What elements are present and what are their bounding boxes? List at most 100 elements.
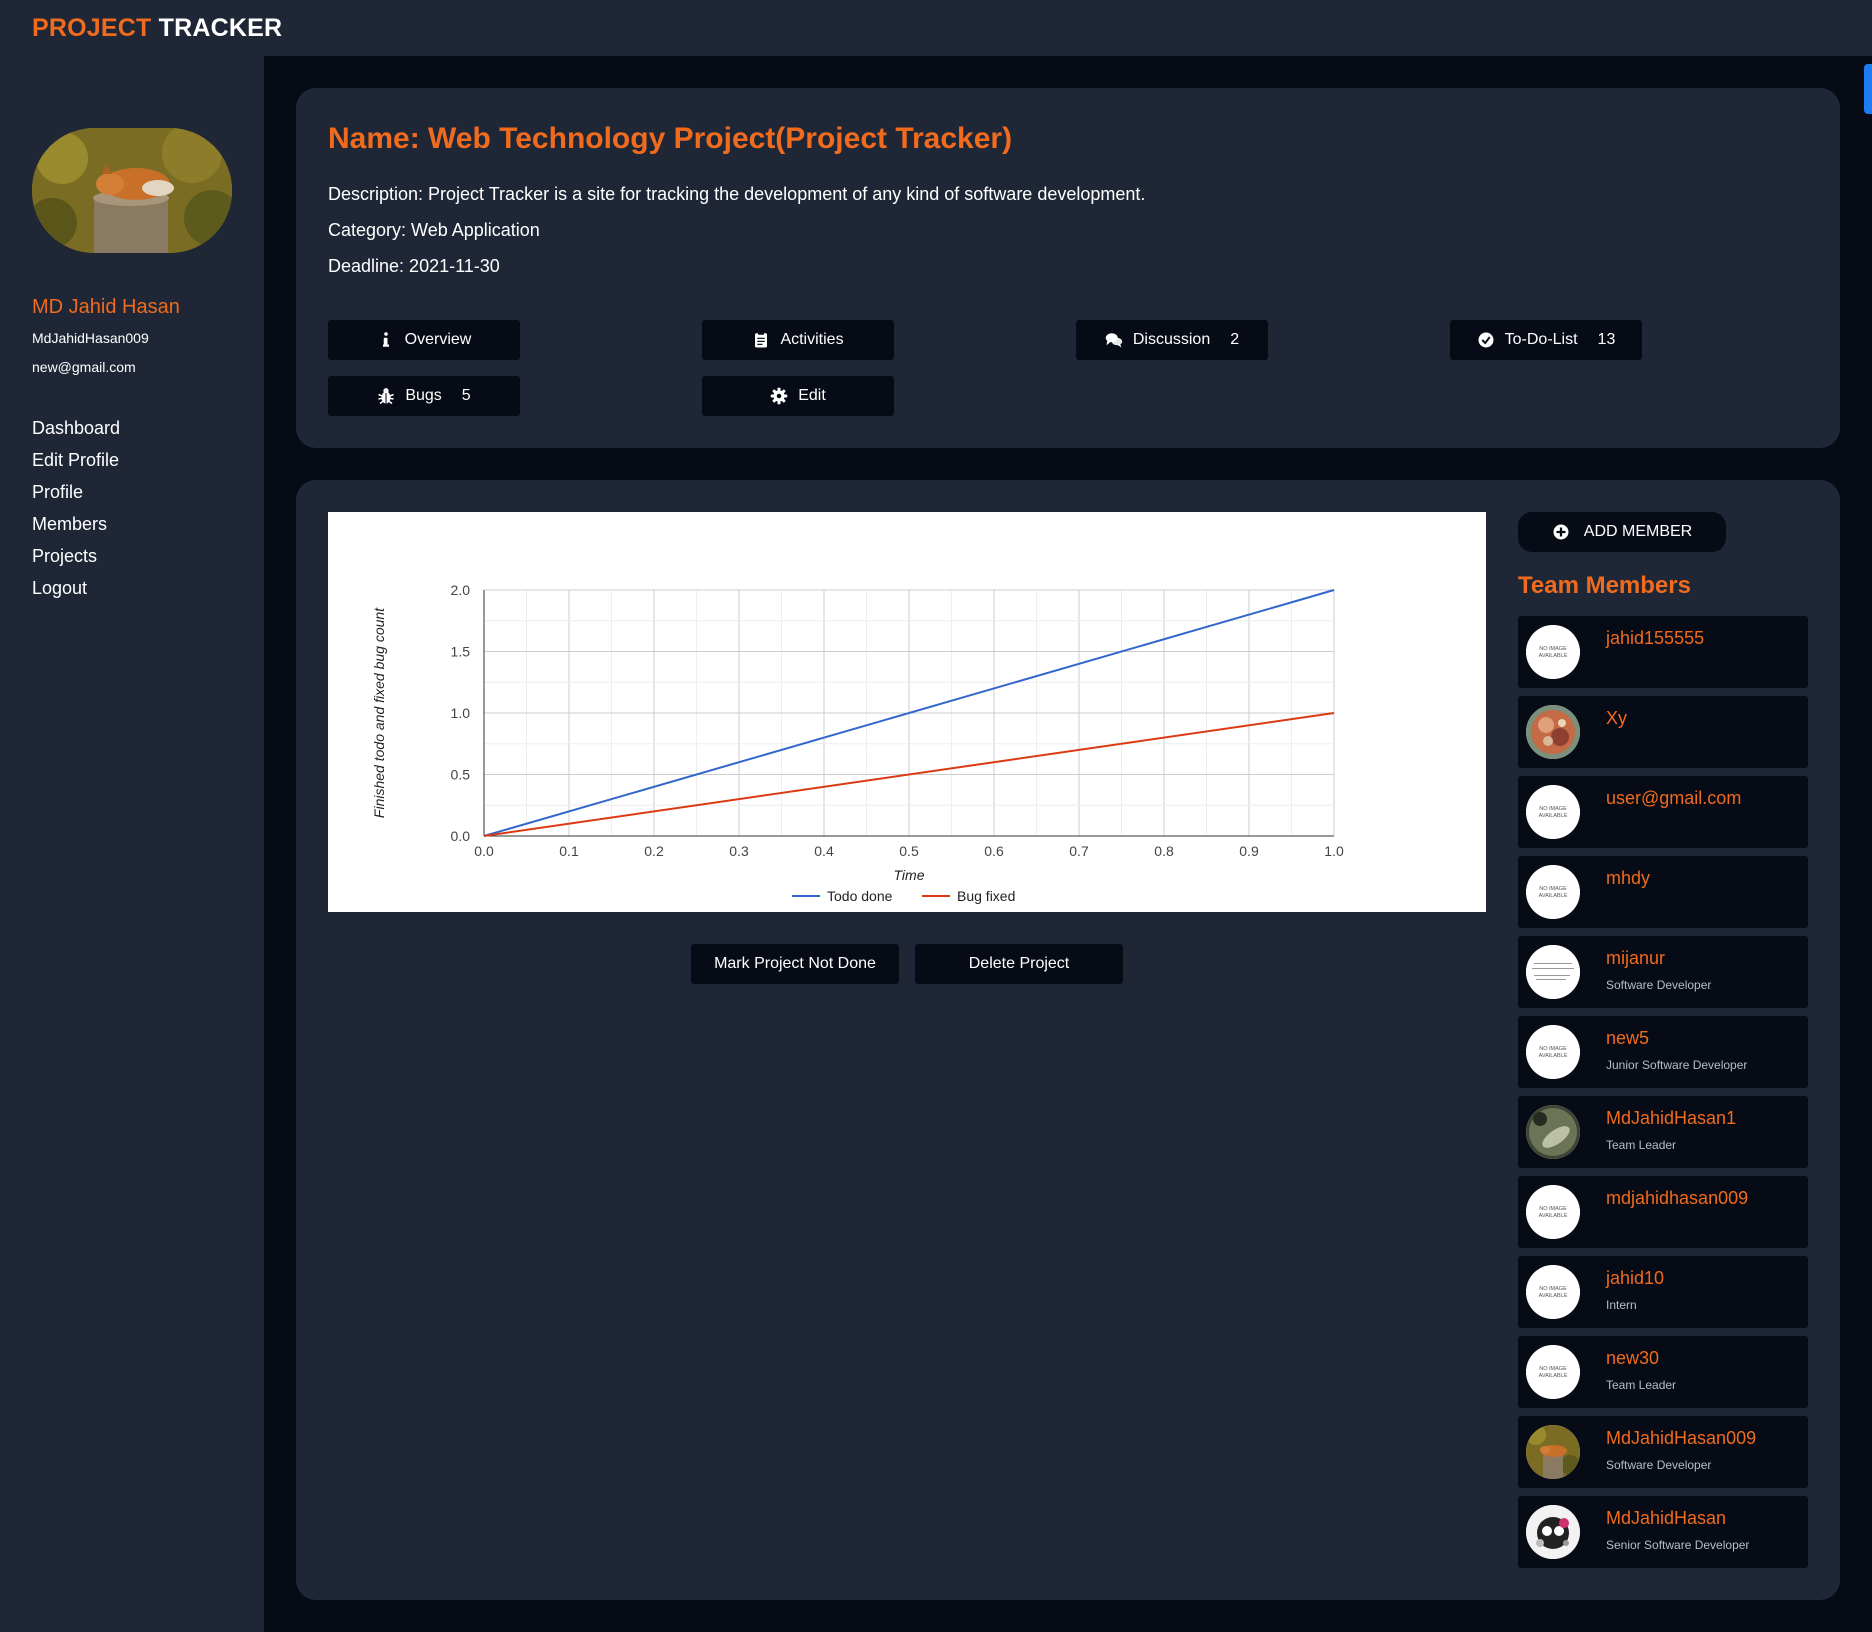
tab-edit-label: Edit xyxy=(798,387,826,404)
bugs-count: 5 xyxy=(461,387,471,404)
team-member-item[interactable]: NO IMAGE AVAILABLE user@gmail.com xyxy=(1518,776,1808,848)
member-name[interactable]: mdjahidhasan009 xyxy=(1606,1188,1748,1209)
no-image-icon: NO IMAGEAVAILABLE xyxy=(1526,865,1580,919)
svg-text:NO IMAGE: NO IMAGE xyxy=(1539,1046,1567,1052)
no-image-icon: NO IMAGEAVAILABLE xyxy=(1526,1025,1580,1079)
team-member-item[interactable]: NO IMAGE AVAILABLE new5 Junior Software Dev… xyxy=(1518,1016,1808,1088)
y-axis-title: Finished todo and fixed bug count xyxy=(371,607,387,818)
member-name[interactable]: mijanur xyxy=(1606,948,1665,969)
svg-text:NO IMAGE: NO IMAGE xyxy=(1539,646,1567,652)
member-role: Team Leader xyxy=(1606,1138,1677,1152)
nav-members[interactable]: Members xyxy=(32,508,120,540)
user-email: new@gmail.com xyxy=(32,359,136,375)
member-role: Software Developer xyxy=(1606,978,1712,992)
team-members-list: NO IMAGE AVAILABLE jahid155555 Xy NO IMAGE AV… xyxy=(1518,616,1808,1576)
tab-todo-list[interactable]: To-Do-List 13 xyxy=(1450,320,1642,360)
svg-text:AVAILABLE: AVAILABLE xyxy=(1539,653,1568,659)
user-name: MD Jahid Hasan xyxy=(32,296,180,318)
project-detail-card: 0.0 0.1 0.2 0.3 0.4 0.5 0.6 0.7 0.8 0.9 1.0 0.0 0.5 1… xyxy=(296,480,1840,1600)
member-name[interactable]: mhdy xyxy=(1606,868,1650,889)
plus-circle-icon xyxy=(1553,524,1569,540)
svg-text:NO IMAGE: NO IMAGE xyxy=(1539,1286,1567,1292)
brand-logo[interactable]: PROJECT TRACKER xyxy=(32,14,282,43)
x-tick-label: 0.1 xyxy=(559,843,579,859)
x-tick-label: 0.2 xyxy=(644,843,664,859)
member-name[interactable]: new30 xyxy=(1606,1348,1659,1369)
x-tick-label: 0.8 xyxy=(1154,843,1174,859)
member-name[interactable]: user@gmail.com xyxy=(1606,788,1741,809)
member-name[interactable]: new5 xyxy=(1606,1028,1649,1049)
tab-overview[interactable]: Overview xyxy=(328,320,520,360)
member-role: Intern xyxy=(1606,1298,1637,1312)
nav-projects[interactable]: Projects xyxy=(32,540,120,572)
x-tick-label: 0.6 xyxy=(984,843,1004,859)
tab-activities[interactable]: Activities xyxy=(702,320,894,360)
todo-count: 13 xyxy=(1597,331,1616,348)
tab-discussion-label: Discussion xyxy=(1132,331,1211,348)
x-tick-label: 0.3 xyxy=(729,843,749,859)
tab-discussion[interactable]: Discussion 2 xyxy=(1076,320,1268,360)
member-avatar: NO IMAGE AVAILABLE xyxy=(1526,865,1580,919)
project-deadline: Deadline: 2021-11-30 xyxy=(328,256,500,276)
team-member-item[interactable]: mijanur Software Developer xyxy=(1518,936,1808,1008)
member-avatar xyxy=(1526,1105,1580,1159)
team-member-item[interactable]: NO IMAGE AVAILABLE mhdy xyxy=(1518,856,1808,928)
member-name[interactable]: MdJahidHasan xyxy=(1606,1508,1726,1529)
team-member-item[interactable]: NO IMAGE AVAILABLE jahid10 Intern xyxy=(1518,1256,1808,1328)
team-member-item[interactable]: Xy xyxy=(1518,696,1808,768)
profile-avatar xyxy=(32,128,232,253)
team-members-heading: Team Members xyxy=(1518,572,1691,599)
svg-text:AVAILABLE: AVAILABLE xyxy=(1539,1053,1568,1059)
legend-label: Todo done xyxy=(827,888,893,904)
project-title: Name: Web Technology Project(Project Tra… xyxy=(328,122,1013,155)
svg-text:NO IMAGE: NO IMAGE xyxy=(1539,1366,1567,1372)
no-image-icon: NO IMAGEAVAILABLE xyxy=(1526,1185,1580,1239)
team-member-item[interactable]: NO IMAGE AVAILABLE mdjahidhasan009 xyxy=(1518,1176,1808,1248)
sidebar: MD Jahid Hasan MdJahidHasan009 new@gmail… xyxy=(0,56,264,1632)
tab-todo-list-label: To-Do-List xyxy=(1504,331,1578,348)
team-member-item[interactable]: NO IMAGE AVAILABLE jahid155555 xyxy=(1518,616,1808,688)
x-tick-label: 0.9 xyxy=(1239,843,1259,859)
team-member-item[interactable]: NO IMAGE AVAILABLE new30 Team Leader xyxy=(1518,1336,1808,1408)
member-avatar: NO IMAGE AVAILABLE xyxy=(1526,1345,1580,1399)
discussion-count: 2 xyxy=(1230,331,1240,348)
nav-profile[interactable]: Profile xyxy=(32,476,120,508)
check-circle-icon xyxy=(1478,332,1494,348)
y-tick-label: 0.5 xyxy=(451,767,471,783)
member-role: Software Developer xyxy=(1606,1458,1712,1472)
add-member-label: ADD MEMBER xyxy=(1583,523,1693,540)
svg-text:NO IMAGE: NO IMAGE xyxy=(1539,806,1567,812)
svg-text:AVAILABLE: AVAILABLE xyxy=(1539,1293,1568,1299)
tab-bugs-label: Bugs xyxy=(405,387,442,404)
delete-project-button[interactable]: Delete Project xyxy=(915,944,1123,984)
add-member-button[interactable]: ADD MEMBER xyxy=(1518,512,1726,552)
team-member-item[interactable]: MdJahidHasan009 Software Developer xyxy=(1518,1416,1808,1488)
sidebar-nav: Dashboard Edit Profile Profile Members P… xyxy=(32,412,120,604)
tab-bugs[interactable]: Bugs 5 xyxy=(328,376,520,416)
nav-dashboard[interactable]: Dashboard xyxy=(32,412,120,444)
no-image-icon: NO IMAGEAVAILABLE xyxy=(1526,625,1580,679)
progress-chart-svg: 0.0 0.1 0.2 0.3 0.4 0.5 0.6 0.7 0.8 0.9 1.0 0.0 0.5 1… xyxy=(371,582,1344,904)
brand-part2: TRACKER xyxy=(158,14,283,42)
mark-not-done-button[interactable]: Mark Project Not Done xyxy=(691,944,899,984)
member-avatar xyxy=(1526,1505,1580,1559)
member-name[interactable]: MdJahidHasan1 xyxy=(1606,1108,1736,1129)
nav-logout[interactable]: Logout xyxy=(32,572,120,604)
nav-edit-profile[interactable]: Edit Profile xyxy=(32,444,120,476)
tab-edit[interactable]: Edit xyxy=(702,376,894,416)
member-name[interactable]: MdJahidHasan009 xyxy=(1606,1428,1756,1449)
member-name[interactable]: Xy xyxy=(1606,708,1627,729)
bug-icon xyxy=(378,388,395,405)
member-name[interactable]: jahid155555 xyxy=(1606,628,1704,649)
scroll-indicator[interactable] xyxy=(1864,64,1872,114)
project-category: Category: Web Application xyxy=(328,220,540,240)
x-tick-label: 0.0 xyxy=(474,843,494,859)
member-avatar xyxy=(1526,705,1580,759)
team-member-item[interactable]: MdJahidHasan Senior Software Developer xyxy=(1518,1496,1808,1568)
comments-icon xyxy=(1105,333,1123,348)
team-member-item[interactable]: MdJahidHasan1 Team Leader xyxy=(1518,1096,1808,1168)
project-description: Description: Project Tracker is a site f… xyxy=(328,184,1146,204)
member-photo-icon xyxy=(1526,1105,1580,1159)
y-tick-label: 1.0 xyxy=(451,705,471,721)
member-name[interactable]: jahid10 xyxy=(1606,1268,1664,1289)
